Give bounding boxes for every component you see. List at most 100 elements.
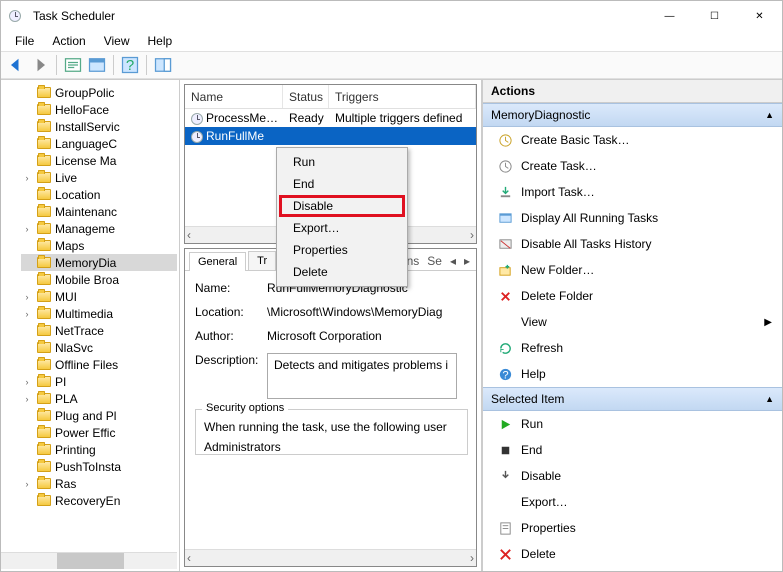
tree-item[interactable]: License Ma (21, 152, 177, 169)
col-name[interactable]: Name (185, 85, 283, 108)
tree-item[interactable]: RecoveryEn (21, 492, 177, 509)
back-button[interactable] (5, 54, 27, 76)
action-item[interactable]: Disable (483, 463, 782, 489)
tree-item[interactable]: MemoryDia (21, 254, 177, 271)
action-item[interactable]: Disable All Tasks History (483, 231, 782, 257)
action-item[interactable]: Export… (483, 489, 782, 515)
task-list-header[interactable]: Name Status Triggers (185, 85, 476, 109)
context-menu-item[interactable]: Properties (279, 239, 405, 261)
tree-item[interactable]: Mobile Broa (21, 271, 177, 288)
action-item[interactable]: Import Task… (483, 179, 782, 205)
tree-item[interactable]: NetTrace (21, 322, 177, 339)
tree-item[interactable]: NlaSvc (21, 339, 177, 356)
action-item[interactable]: Refresh (483, 335, 782, 361)
context-menu-item[interactable]: Delete (279, 261, 405, 283)
tree-item[interactable]: Maintenanc (21, 203, 177, 220)
tree-twisty-icon[interactable]: › (21, 377, 33, 387)
tree-item[interactable]: Printing (21, 441, 177, 458)
collapse-icon[interactable]: ▲ (765, 394, 774, 404)
tab-general[interactable]: General (189, 252, 246, 271)
toolbar-help-icon[interactable]: ? (119, 54, 141, 76)
toolbar-pane2-icon[interactable] (152, 54, 174, 76)
action-item[interactable]: End (483, 437, 782, 463)
tree-item[interactable]: Power Effic (21, 424, 177, 441)
actions-section-selected-label: Selected Item (491, 392, 564, 406)
menu-bar: File Action View Help (1, 31, 782, 51)
actions-section-context[interactable]: MemoryDiagnostic ▲ (483, 103, 782, 127)
tree-item[interactable]: › Live (21, 169, 177, 186)
context-menu-item[interactable]: Export… (279, 217, 405, 239)
tree-item[interactable]: HelloFace (21, 101, 177, 118)
tab-overflow-right[interactable]: Se (423, 252, 446, 270)
disable-icon (497, 236, 513, 252)
tree-twisty-icon[interactable]: › (21, 309, 33, 319)
tree-item[interactable]: Maps (21, 237, 177, 254)
action-item-label: New Folder… (521, 263, 594, 277)
action-item[interactable]: Create Task… (483, 153, 782, 179)
forward-button[interactable] (29, 54, 51, 76)
tree-item[interactable]: PushToInsta (21, 458, 177, 475)
tree-twisty-icon[interactable]: › (21, 173, 33, 183)
newfolder-icon (497, 262, 513, 278)
tree-item[interactable]: ›PI (21, 373, 177, 390)
menu-view[interactable]: View (96, 32, 138, 50)
toolbar-pane-icon[interactable] (86, 54, 108, 76)
tree-item[interactable]: ›Ras (21, 475, 177, 492)
tree-item[interactable]: ›MUI (21, 288, 177, 305)
tree-item[interactable]: ›PLA (21, 390, 177, 407)
context-menu-item[interactable]: Disable (279, 195, 405, 217)
collapse-icon[interactable]: ▲ (765, 110, 774, 120)
tree-item[interactable]: ›Multimedia (21, 305, 177, 322)
tree-item-label: Live (55, 171, 77, 185)
tree-twisty-icon[interactable]: › (21, 224, 33, 234)
menu-file[interactable]: File (7, 32, 42, 50)
value-description[interactable]: Detects and mitigates problems i (267, 353, 457, 399)
menu-action[interactable]: Action (44, 32, 93, 50)
actions-section-selected[interactable]: Selected Item ▲ (483, 387, 782, 411)
tree-twisty-icon[interactable]: › (21, 479, 33, 489)
task-row[interactable]: RunFullMe (185, 127, 476, 145)
maximize-button[interactable]: ☐ (692, 1, 737, 31)
detail-h-scrollbar[interactable]: ‹› (185, 549, 476, 566)
context-menu-item[interactable]: Run (279, 151, 405, 173)
tree-item[interactable]: ›Manageme (21, 220, 177, 237)
tab-scroll-right[interactable]: ▸ (460, 252, 474, 270)
minimize-button[interactable]: — (647, 1, 692, 31)
tree-item[interactable]: Offline Files (21, 356, 177, 373)
tree-item[interactable]: GroupPolic (21, 84, 177, 101)
security-line2: Administrators (204, 440, 459, 454)
task-row[interactable]: ProcessMe…ReadyMultiple triggers defined (185, 109, 476, 127)
tree-twisty-icon[interactable]: › (21, 292, 33, 302)
tree-item[interactable]: InstallServic (21, 118, 177, 135)
toolbar-action-icon[interactable] (62, 54, 84, 76)
tree-twisty-icon[interactable]: › (21, 394, 33, 404)
tab-triggers[interactable]: Tr (248, 251, 276, 270)
tree-item[interactable]: Plug and Pl (21, 407, 177, 424)
action-item[interactable]: ?Help (483, 361, 782, 387)
tree-item[interactable]: LanguageC (21, 135, 177, 152)
col-status[interactable]: Status (283, 85, 329, 108)
folder-tree[interactable]: GroupPolicHelloFaceInstallServicLanguage… (1, 84, 177, 552)
close-button[interactable]: ✕ (737, 1, 782, 31)
security-legend: Security options (202, 402, 288, 414)
folder-icon (37, 410, 51, 421)
action-item[interactable]: New Folder… (483, 257, 782, 283)
tree-h-scrollbar[interactable] (1, 552, 177, 569)
action-item[interactable]: Display All Running Tasks (483, 205, 782, 231)
action-item[interactable]: Run (483, 411, 782, 437)
tree-item-label: Printing (55, 443, 96, 457)
tree-item[interactable]: Location (21, 186, 177, 203)
col-triggers[interactable]: Triggers (329, 85, 476, 108)
tab-scroll-left[interactable]: ◂ (446, 252, 460, 270)
context-menu[interactable]: RunEndDisableExport…PropertiesDelete (276, 147, 408, 287)
action-item[interactable]: Create Basic Task… (483, 127, 782, 153)
action-item[interactable]: Delete Folder (483, 283, 782, 309)
tree-item-label: GroupPolic (55, 86, 114, 100)
folder-icon (37, 274, 51, 285)
action-item[interactable]: Delete (483, 541, 782, 567)
menu-help[interactable]: Help (140, 32, 181, 50)
action-item[interactable]: View▶ (483, 309, 782, 335)
folder-icon (37, 461, 51, 472)
action-item[interactable]: Properties (483, 515, 782, 541)
context-menu-item[interactable]: End (279, 173, 405, 195)
